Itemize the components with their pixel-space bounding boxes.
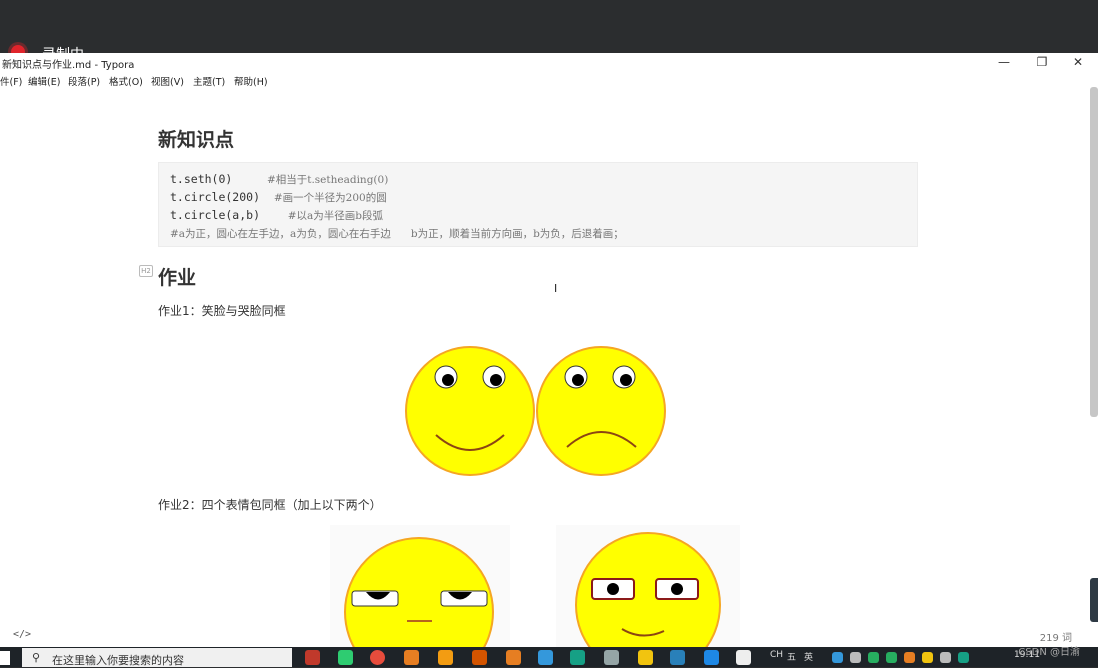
taskbar: ⚲ 在这里输入你要搜索的内容 CH 五 英 19:11 [0, 647, 1098, 667]
ime-lang-mode[interactable]: 英 [804, 650, 813, 663]
menu-view[interactable]: 视图(V) [151, 74, 184, 88]
heading-homework: 作业 [158, 267, 197, 289]
menu-format[interactable]: 格式(O) [109, 74, 143, 88]
code-comment: #画一个半径为200的圆 [273, 192, 387, 204]
cry-face [536, 346, 666, 476]
image-smile-cry-faces [405, 346, 666, 476]
code-line: t.circle(a,b) #以a为半径画b段弧 [170, 208, 383, 223]
ime-language[interactable]: CH [770, 650, 783, 660]
code-line: #a为正，圆心在左手边，a为负，圆心在右手边 b为正，顺着当前方向画，b为负，后… [170, 226, 624, 241]
glasses-face [575, 532, 721, 647]
smile-face [405, 346, 535, 476]
homework-1-text: 作业1：笑脸与哭脸同框 [158, 304, 286, 318]
ime-mode[interactable]: 五 [787, 650, 796, 663]
code-line: t.seth(0) #相当于t.setheading(0) [170, 172, 388, 187]
search-icon: ⚲ [32, 651, 41, 664]
tray-icon[interactable] [850, 652, 861, 663]
smug-face [344, 537, 494, 647]
tray-icon[interactable] [868, 652, 879, 663]
code-text: t.seth(0) [170, 172, 267, 186]
menu-paragraph[interactable]: 段落(P) [68, 74, 100, 88]
vertical-scrollbar[interactable] [1090, 87, 1098, 417]
heading-new-knowledge: 新知识点 [158, 129, 235, 151]
window-title: 新知识点与作业.md - Typora [2, 60, 135, 71]
text-cursor-icon: I [554, 282, 558, 295]
taskbar-app-icon[interactable] [538, 650, 553, 665]
taskbar-app-icon[interactable] [704, 650, 719, 665]
tray-icon[interactable] [958, 652, 969, 663]
word-count[interactable]: 219 词 [1040, 629, 1072, 644]
code-comment: #以a为半径画b段弧 [287, 210, 383, 222]
taskbar-app-icon[interactable] [570, 650, 585, 665]
menu-edit[interactable]: 编辑(E) [28, 74, 60, 88]
taskbar-app-icon[interactable] [604, 650, 619, 665]
taskbar-search[interactable]: ⚲ 在这里输入你要搜索的内容 [22, 648, 292, 667]
taskbar-app-icon[interactable] [670, 650, 685, 665]
taskbar-app-icon[interactable] [438, 650, 453, 665]
minimize-button[interactable]: — [990, 54, 1018, 70]
taskbar-app-icon[interactable] [404, 650, 419, 665]
menu-theme[interactable]: 主题(T) [193, 74, 225, 88]
image-emoji-faces [344, 532, 721, 647]
watermark: CSDN @日渝 [1018, 647, 1080, 658]
tray-icon[interactable] [832, 652, 843, 663]
code-text: t.circle(200) [170, 190, 274, 204]
menu-help[interactable]: 帮助(H) [234, 74, 268, 88]
homework-2-text: 作业2：四个表情包同框（加上以下两个） [158, 498, 382, 512]
code-comment: #相当于t.setheading(0) [266, 174, 389, 186]
file-explorer-icon[interactable] [638, 650, 653, 665]
heading-anchor-icon[interactable]: H2 [139, 265, 153, 277]
recording-overlay [0, 0, 1098, 53]
taskbar-app-icon[interactable] [472, 650, 487, 665]
maximize-button[interactable]: ❐ [1028, 54, 1056, 70]
taskbar-app-icon[interactable] [506, 650, 521, 665]
menu-file[interactable]: 件(F) [0, 74, 22, 88]
wechat-icon[interactable] [338, 650, 353, 665]
code-comment: #a为正，圆心在左手边，a为负，圆心在右手边 b为正，顺着当前方向画，b为负，后… [170, 228, 624, 240]
code-block[interactable]: t.seth(0) #相当于t.setheading(0) t.circle(2… [158, 162, 918, 247]
tray-icon[interactable] [940, 652, 951, 663]
code-text: t.circle(a,b) [170, 208, 288, 222]
taskbar-app-icon[interactable] [305, 650, 320, 665]
source-code-toggle-icon[interactable]: </> [13, 629, 31, 640]
code-line: t.circle(200) #画一个半径为200的圆 [170, 190, 387, 205]
start-button[interactable] [0, 651, 10, 665]
chrome-icon[interactable] [370, 650, 385, 665]
tray-icon[interactable] [922, 652, 933, 663]
tray-icon[interactable] [886, 652, 897, 663]
close-button[interactable]: ✕ [1064, 54, 1092, 70]
typora-icon[interactable] [736, 650, 751, 665]
typora-window: 新知识点与作业.md - Typora — ❐ ✕ 件(F) 编辑(E) 段落(… [0, 53, 1098, 647]
title-bar: 新知识点与作业.md - Typora — ❐ ✕ [0, 53, 1098, 71]
tray-icon[interactable] [904, 652, 915, 663]
side-widget-icon[interactable] [1090, 578, 1098, 622]
search-placeholder: 在这里输入你要搜索的内容 [52, 654, 184, 667]
